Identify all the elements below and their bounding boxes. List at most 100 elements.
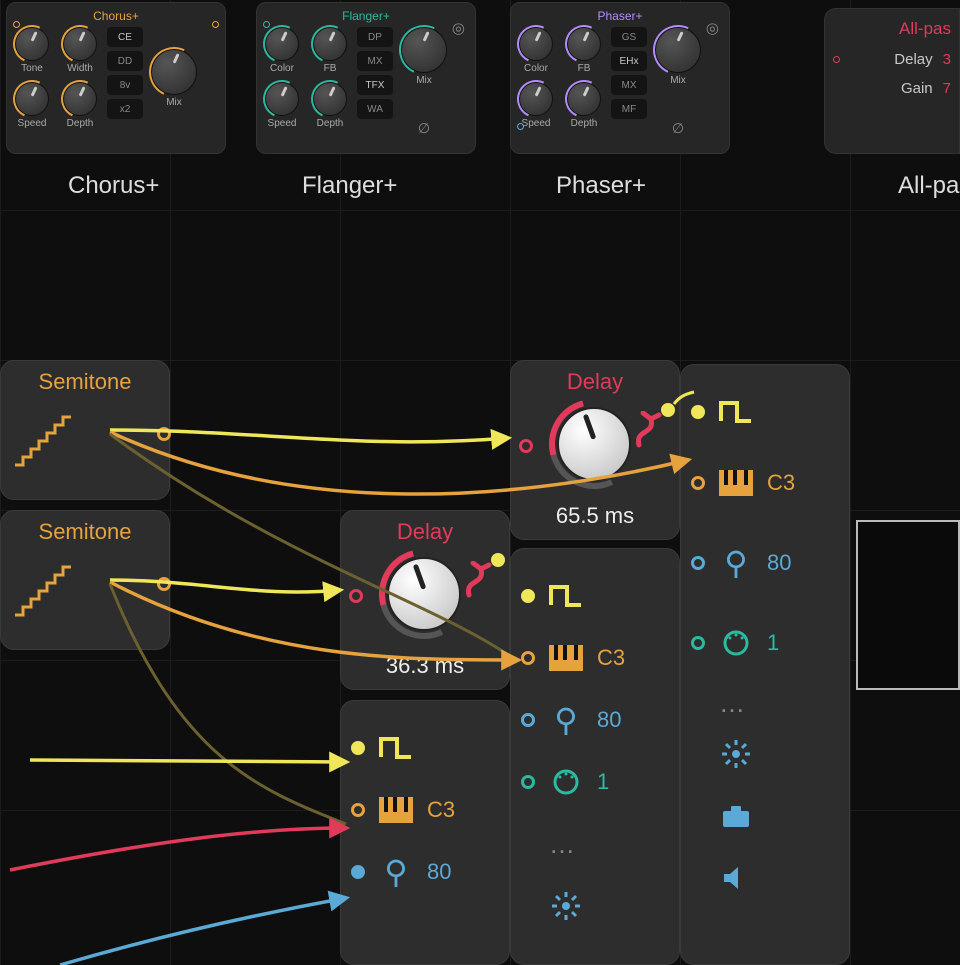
fx-input-port[interactable] bbox=[13, 21, 20, 28]
dial-value[interactable]: 1 bbox=[597, 769, 609, 795]
knob-delay-time[interactable] bbox=[557, 407, 631, 481]
node-input-port[interactable] bbox=[349, 589, 363, 603]
knob-mix[interactable]: Mix bbox=[655, 27, 701, 86]
mode-dd[interactable]: DD bbox=[107, 51, 143, 71]
knob-mix[interactable]: Mix bbox=[151, 49, 197, 108]
node-title: Delay bbox=[341, 519, 509, 545]
knob-speed[interactable]: Speed bbox=[519, 82, 553, 129]
port-strip-c[interactable]: C3 ⚲ 80 1 … bbox=[680, 364, 850, 965]
stairs-icon bbox=[13, 561, 93, 621]
node-semitone-1[interactable]: Semitone bbox=[0, 360, 170, 500]
fx-title: Chorus+ bbox=[15, 9, 217, 23]
note-value[interactable]: C3 bbox=[597, 645, 625, 671]
stereo-icon: ◎ bbox=[706, 19, 719, 37]
port-pin[interactable] bbox=[521, 713, 535, 727]
fx-title: All-pas bbox=[833, 19, 951, 39]
knob-color[interactable]: Color bbox=[519, 27, 553, 74]
knob-fb[interactable]: FB bbox=[567, 27, 601, 74]
node-output-port-env[interactable] bbox=[491, 553, 505, 567]
port-dial[interactable] bbox=[521, 775, 535, 789]
delay-value: 65.5 ms bbox=[511, 503, 679, 529]
allpass-gain-value[interactable]: 7 bbox=[943, 80, 951, 97]
brightness-icon bbox=[719, 739, 753, 769]
briefcase-icon bbox=[719, 801, 753, 831]
knob-speed[interactable]: Speed bbox=[15, 82, 49, 129]
pin-value[interactable]: 80 bbox=[767, 550, 791, 576]
port-pin[interactable] bbox=[351, 865, 365, 879]
allpass-delay-value[interactable]: 3 bbox=[943, 51, 951, 68]
fx-flanger[interactable]: Flanger+ ◎ Color FB Speed Depth DP MX TF… bbox=[256, 2, 476, 154]
mode-x2[interactable]: x2 bbox=[107, 99, 143, 119]
more-icon[interactable]: … bbox=[549, 841, 575, 847]
mode-mx[interactable]: MX bbox=[357, 51, 393, 71]
dial-icon bbox=[549, 767, 583, 797]
phase-icon[interactable]: ∅ bbox=[418, 120, 430, 137]
viewport-frame[interactable] bbox=[856, 520, 960, 690]
pulse-icon bbox=[549, 581, 583, 611]
fx-chorus[interactable]: Chorus+ Tone Width Speed Depth CE DD 8v … bbox=[6, 2, 226, 154]
knob-depth[interactable]: Depth bbox=[567, 82, 601, 129]
port-note[interactable] bbox=[351, 803, 365, 817]
port-strip-b[interactable]: C3 ⚲ 80 1 … bbox=[510, 548, 680, 965]
mode-ehx[interactable]: EHx bbox=[611, 51, 647, 71]
header-label-chorus: Chorus+ bbox=[68, 172, 159, 200]
fx-title: Phaser+ bbox=[519, 9, 721, 23]
port-note[interactable] bbox=[521, 651, 535, 665]
port-strip-a[interactable]: C3 ⚲ 80 bbox=[340, 700, 510, 965]
knob-width[interactable]: Width bbox=[63, 27, 97, 74]
pulse-icon bbox=[719, 397, 753, 427]
fx-allpass[interactable]: All-pas Delay 3 Gain 7 bbox=[824, 8, 960, 154]
phase-icon[interactable]: ∅ bbox=[672, 120, 684, 137]
port-pin[interactable] bbox=[691, 556, 705, 570]
allpass-delay-label: Delay bbox=[850, 51, 933, 68]
node-delay-1[interactable]: Delay 65.5 ms bbox=[510, 360, 680, 540]
more-icon[interactable]: … bbox=[719, 700, 745, 706]
knob-speed[interactable]: Speed bbox=[265, 82, 299, 129]
knob-depth[interactable]: Depth bbox=[63, 82, 97, 129]
pin-value[interactable]: 80 bbox=[597, 707, 621, 733]
port-dial[interactable] bbox=[691, 636, 705, 650]
node-delay-2[interactable]: Delay 36.3 ms bbox=[340, 510, 510, 690]
pin-icon: ⚲ bbox=[719, 548, 753, 578]
allpass-gain-label: Gain bbox=[850, 80, 933, 97]
mode-dp[interactable]: DP bbox=[357, 27, 393, 47]
note-value[interactable]: C3 bbox=[427, 797, 455, 823]
squiggle-icon bbox=[463, 561, 503, 601]
fx-input-port[interactable] bbox=[263, 21, 270, 28]
port-pulse[interactable] bbox=[691, 405, 705, 419]
pin-value[interactable]: 80 bbox=[427, 859, 451, 885]
mode-8v[interactable]: 8v bbox=[107, 75, 143, 95]
brightness-icon bbox=[549, 891, 583, 921]
knob-tone[interactable]: Tone bbox=[15, 27, 49, 74]
note-value[interactable]: C3 bbox=[767, 470, 795, 496]
knob-color[interactable]: Color bbox=[265, 27, 299, 74]
node-output-port[interactable] bbox=[157, 577, 171, 591]
mode-mx[interactable]: MX bbox=[611, 75, 647, 95]
port-pulse[interactable] bbox=[351, 741, 365, 755]
dial-value[interactable]: 1 bbox=[767, 630, 779, 656]
dial-icon bbox=[719, 628, 753, 658]
stereo-icon: ◎ bbox=[452, 19, 465, 37]
knob-depth[interactable]: Depth bbox=[313, 82, 347, 129]
fx-output-port[interactable] bbox=[212, 21, 219, 28]
mode-tfx[interactable]: TFX bbox=[357, 75, 393, 95]
knob-delay-time[interactable] bbox=[387, 557, 461, 631]
fx-phaser[interactable]: Phaser+ ◎ Color FB Speed Depth GS EHx MX… bbox=[510, 2, 730, 154]
mode-mf[interactable]: MF bbox=[611, 99, 647, 119]
knob-fb[interactable]: FB bbox=[313, 27, 347, 74]
header-label-allpass: All-pa bbox=[898, 172, 959, 200]
allpass-delay-port[interactable] bbox=[833, 56, 840, 63]
knob-mix[interactable]: Mix bbox=[401, 27, 447, 86]
node-output-port[interactable] bbox=[157, 427, 171, 441]
mode-ce[interactable]: CE bbox=[107, 27, 143, 47]
node-title: Semitone bbox=[1, 519, 169, 545]
fx-input-port[interactable] bbox=[517, 123, 524, 130]
mode-wa[interactable]: WA bbox=[357, 99, 393, 119]
node-input-port[interactable] bbox=[519, 439, 533, 453]
node-output-port-env[interactable] bbox=[661, 403, 675, 417]
patcher-canvas[interactable]: Chorus+ Tone Width Speed Depth CE DD 8v … bbox=[0, 0, 960, 965]
port-pulse[interactable] bbox=[521, 589, 535, 603]
node-semitone-2[interactable]: Semitone bbox=[0, 510, 170, 650]
mode-gs[interactable]: GS bbox=[611, 27, 647, 47]
port-note[interactable] bbox=[691, 476, 705, 490]
